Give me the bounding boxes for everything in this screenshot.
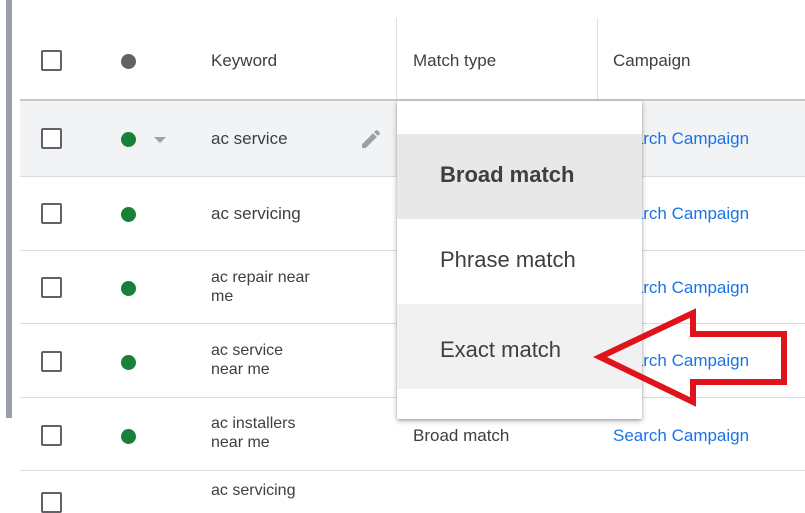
enabled-dot-icon <box>121 355 136 370</box>
caret-down-icon[interactable] <box>154 137 166 143</box>
enabled-dot-icon <box>121 429 136 444</box>
enabled-dot-icon <box>121 207 136 222</box>
keyword-cell[interactable]: ac servicing <box>211 203 351 225</box>
keyword-line: near me <box>211 434 270 451</box>
menu-item-exact-match[interactable]: Exact match <box>397 304 642 389</box>
keyword-line: ac installers <box>211 415 296 432</box>
match-type-cell[interactable]: Broad match <box>413 425 509 447</box>
keyword-column-header[interactable]: Keyword <box>211 50 277 72</box>
match-type-column-header[interactable]: Match type <box>413 50 496 72</box>
keyword-cell[interactable]: ac servicing <box>211 481 351 500</box>
row-checkbox[interactable] <box>41 203 62 224</box>
pencil-icon[interactable] <box>359 127 383 151</box>
keyword-line: ac service <box>211 342 284 359</box>
keyword-cell[interactable]: ac installers near me <box>211 414 351 452</box>
menu-item-phrase-match[interactable]: Phrase match <box>397 219 642 304</box>
match-type-dropdown[interactable]: Broad match Phrase match Exact match <box>397 101 642 419</box>
campaign-link[interactable]: Search Campaign <box>613 425 749 447</box>
column-divider <box>597 18 598 100</box>
keyword-line: ac repair near <box>211 269 310 286</box>
enabled-dot-icon <box>121 281 136 296</box>
row-checkbox[interactable] <box>41 277 62 298</box>
keyword-line: me <box>211 288 234 305</box>
row-checkbox[interactable] <box>41 425 62 446</box>
keyword-cell[interactable]: ac repair near me <box>211 268 351 306</box>
row-checkbox[interactable] <box>41 351 62 372</box>
keyword-line: near me <box>211 361 270 378</box>
menu-item-broad-match[interactable]: Broad match <box>397 134 642 219</box>
scrollbar-thumb[interactable] <box>6 0 12 418</box>
select-all-checkbox[interactable] <box>41 50 62 71</box>
enabled-dot-icon[interactable] <box>121 132 136 147</box>
row-checkbox[interactable] <box>41 128 62 149</box>
row-divider <box>20 470 805 471</box>
row-checkbox[interactable] <box>41 492 62 513</box>
campaign-column-header[interactable]: Campaign <box>613 50 691 72</box>
column-divider <box>396 18 397 100</box>
menu-item-label: Exact match <box>440 337 562 362</box>
status-dot-icon <box>121 54 136 69</box>
keyword-cell[interactable]: ac service <box>211 128 351 150</box>
menu-item-label: Broad match <box>440 162 575 187</box>
keyword-cell[interactable]: ac service near me <box>211 341 351 379</box>
menu-item-label: Phrase match <box>440 247 576 272</box>
